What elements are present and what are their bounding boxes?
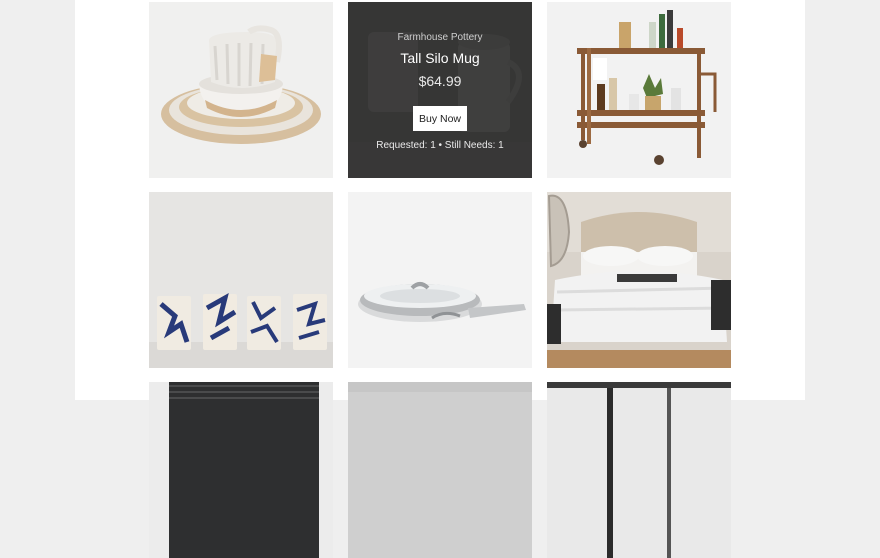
rug-image bbox=[149, 382, 333, 558]
product-tile-splatter-cups[interactable] bbox=[149, 192, 333, 368]
buy-now-button[interactable]: Buy Now bbox=[413, 106, 467, 131]
product-price: $64.99 bbox=[418, 73, 462, 89]
product-tile-mirror[interactable] bbox=[547, 382, 731, 558]
requested-status: Requested: 1 • Still Needs: 1 bbox=[376, 140, 504, 151]
bar-cart-image bbox=[547, 2, 731, 178]
product-hover-overlay: Farmhouse Pottery Tall Silo Mug $64.99 B… bbox=[348, 2, 532, 178]
product-tile-dishware[interactable] bbox=[149, 2, 333, 178]
registry-content: Farmhouse Pottery Tall Silo Mug $64.99 B… bbox=[75, 0, 805, 558]
product-tile-gray[interactable] bbox=[348, 382, 532, 558]
dishware-image bbox=[149, 2, 333, 178]
product-tile-bar-cart[interactable] bbox=[547, 2, 731, 178]
cups-image bbox=[149, 192, 333, 368]
product-tile-skillet[interactable] bbox=[348, 192, 532, 368]
product-tile-tall-silo-mug[interactable]: Farmhouse Pottery Tall Silo Mug $64.99 B… bbox=[348, 2, 532, 178]
product-brand: Farmhouse Pottery bbox=[397, 32, 483, 43]
product-tile-woven-rug[interactable] bbox=[149, 382, 333, 558]
mirror-product-image bbox=[547, 382, 731, 558]
bed-image bbox=[547, 192, 731, 368]
product-name[interactable]: Tall Silo Mug bbox=[348, 50, 532, 66]
gray-product-image bbox=[348, 382, 532, 558]
product-tile-bed[interactable] bbox=[547, 192, 731, 368]
skillet-image bbox=[348, 192, 532, 368]
